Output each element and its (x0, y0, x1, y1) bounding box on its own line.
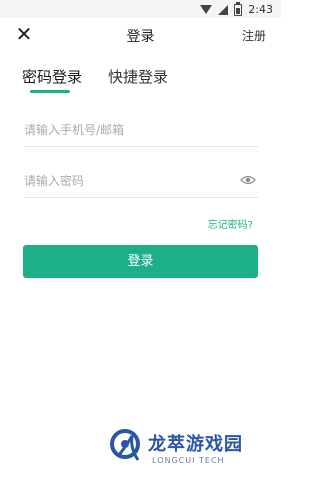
watermark-logo: 龙萃游戏园 LONGCUI TECH (108, 426, 268, 476)
login-tabs: 密码登录 快捷登录 (20, 60, 260, 100)
status-time: 2:43 (248, 3, 273, 16)
active-tab-indicator (30, 90, 70, 93)
tab-quick-login[interactable]: 快捷登录 (108, 66, 168, 87)
password-input[interactable] (24, 167, 234, 195)
watermark-subtitle: LONGCUI TECH (152, 456, 225, 465)
wifi-icon (200, 5, 213, 14)
page-title: 登录 (126, 29, 155, 45)
account-field (24, 116, 258, 147)
register-link[interactable]: 注册 (242, 27, 266, 44)
forgot-password-link[interactable]: 忘记密码? (208, 216, 253, 231)
battery-icon (234, 1, 243, 16)
signal-icon (218, 4, 229, 15)
account-input[interactable] (24, 116, 234, 144)
password-field (24, 167, 258, 198)
status-bar: 2:43 (0, 0, 281, 18)
login-button[interactable]: 登录 (23, 245, 258, 278)
watermark-logo-icon (110, 429, 140, 461)
header: ✕ 登录 注册 (0, 18, 281, 54)
eye-icon[interactable] (240, 175, 256, 185)
tab-password-login[interactable]: 密码登录 (22, 66, 82, 87)
watermark-title: 龙萃游戏园 (148, 434, 243, 455)
